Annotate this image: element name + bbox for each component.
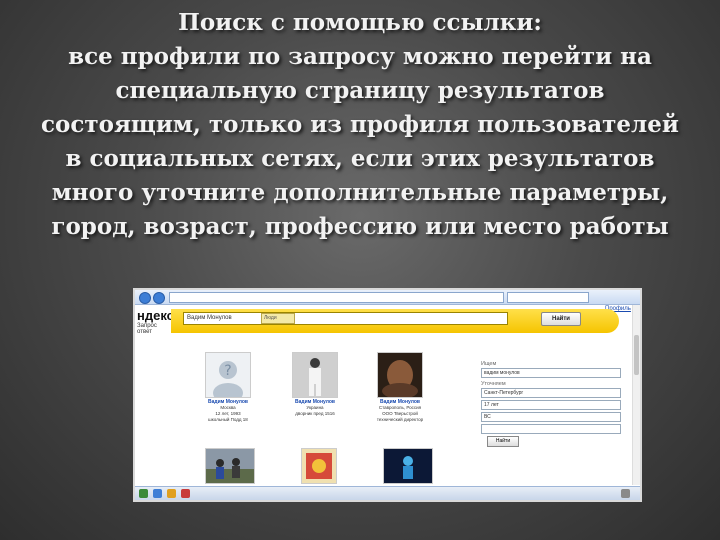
browser-toolbar: [135, 290, 640, 305]
caption-line: состоящим, только из профиля пользовател…: [41, 111, 679, 138]
refine-panel: Ищем вадим монулов Уточняем Санкт-Петерб…: [481, 358, 621, 447]
address-bar[interactable]: [169, 292, 504, 303]
person-photo[interactable]: [205, 448, 255, 484]
svg-text:?: ?: [224, 363, 231, 379]
panel-label: Ищем: [481, 361, 497, 367]
app-icon[interactable]: [181, 489, 190, 498]
caption-line: специальную страницу результатов: [115, 77, 605, 104]
browser-screenshot: Профиль ндекс Запрос ответ Вадим Монулов…: [133, 288, 642, 502]
person-card[interactable]: Вадим Монулов Украина дворник пред 1516: [290, 352, 340, 417]
refine-search-button[interactable]: Найти: [487, 436, 519, 447]
logo-subtitle: Запрос ответ: [137, 323, 157, 335]
person-info: технический директор: [376, 417, 424, 422]
taskbar: [135, 486, 640, 500]
person-card[interactable]: ? Вадим Монулов Москва 12 лет, 1993 школ…: [203, 352, 253, 423]
caption-line: Поиск с помощью ссылки:: [178, 9, 542, 36]
panel-label: Уточняем: [481, 381, 506, 387]
query-field[interactable]: вадим монулов: [481, 368, 621, 378]
folder-icon[interactable]: [167, 489, 176, 498]
forward-icon[interactable]: [153, 292, 165, 304]
workplace-field[interactable]: [481, 424, 621, 434]
vertical-scrollbar[interactable]: [632, 305, 640, 485]
city-field[interactable]: Санкт-Петербург: [481, 388, 621, 398]
person-info: дворник пред 1516: [295, 411, 335, 416]
profession-field[interactable]: ВС: [481, 412, 621, 422]
start-icon[interactable]: [139, 489, 148, 498]
caption-line: все профили по запросу можно перейти на: [68, 43, 652, 70]
caption-line: много уточните дополнительные параметры,: [51, 179, 669, 206]
person-photo[interactable]: [292, 352, 338, 398]
browser-icon[interactable]: [153, 489, 162, 498]
yandex-logo[interactable]: ндекс: [137, 308, 174, 323]
person-photo[interactable]: [301, 448, 337, 484]
avatar-placeholder-icon[interactable]: ?: [205, 352, 251, 398]
age-field[interactable]: 17 лет: [481, 400, 621, 410]
browser-search-input[interactable]: [507, 292, 589, 303]
person-photo[interactable]: [377, 352, 423, 398]
search-button[interactable]: Найти: [541, 312, 581, 326]
caption-line: в социальных сетях, если этих результато…: [65, 145, 655, 172]
tray-icon: [621, 489, 630, 498]
caption-line: город, возраст, профессию или место рабо…: [51, 213, 669, 240]
scrollbar-thumb[interactable]: [634, 335, 639, 375]
slide-caption: Поиск с помощью ссылки: все профили по з…: [0, 6, 720, 244]
person-info: школьный Подд 18: [208, 417, 248, 422]
search-input[interactable]: Вадим Монулов: [183, 312, 508, 325]
person-card[interactable]: Вадим Монулов Ставрополь, Россия ООО Тве…: [375, 352, 425, 423]
back-icon[interactable]: [139, 292, 151, 304]
person-photo[interactable]: [383, 448, 433, 484]
search-scope-select[interactable]: Люди: [261, 313, 295, 324]
